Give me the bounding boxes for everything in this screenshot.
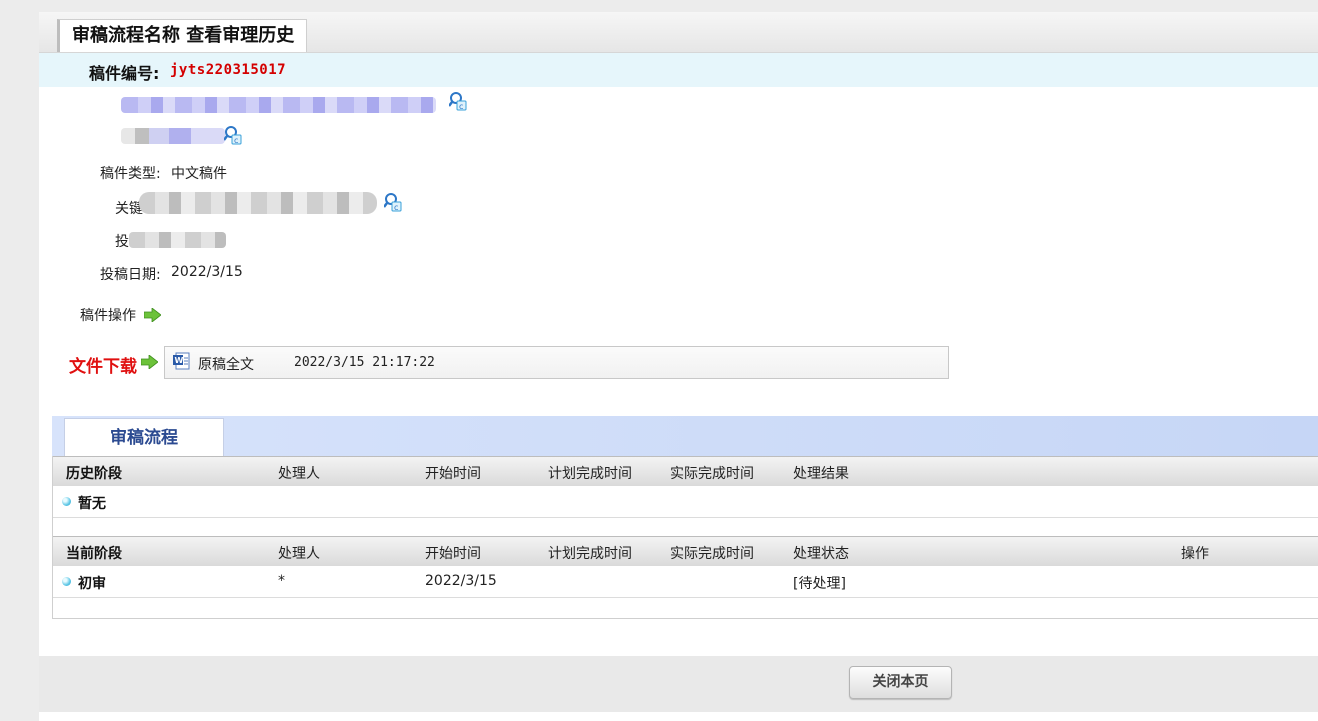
submit-date-value: 2022/3/15: [171, 264, 243, 280]
manuscript-id-row: 稿件编号: jyts220315017: [39, 53, 1318, 87]
search-icon[interactable]: c: [224, 125, 242, 145]
current-action-header: 操作: [1181, 546, 1209, 562]
current-status-value: [待处理]: [793, 576, 846, 592]
bullet-icon: [62, 497, 71, 506]
history-header-row: 历史阶段 处理人 开始时间 计划完成时间 实际完成时间 处理结果: [53, 456, 1318, 486]
right-arrow-icon: [141, 355, 158, 369]
manuscript-id-value: jyts220315017: [170, 62, 287, 78]
svg-text:W: W: [175, 356, 184, 365]
svg-text:c: c: [459, 102, 463, 111]
footer-bar: 关闭本页: [39, 656, 1318, 712]
bullet-icon: [62, 577, 71, 586]
history-actual-header: 实际完成时间: [670, 466, 754, 482]
manuscript-type-label: 稿件类型:: [100, 166, 161, 182]
page-title-tab[interactable]: 审稿流程名称 查看审理历史: [57, 19, 308, 52]
history-row: 暂无: [53, 486, 1318, 518]
current-start-value: 2022/3/15: [425, 573, 497, 589]
tab-review-flow[interactable]: 审稿流程: [64, 418, 224, 457]
history-empty-text: 暂无: [78, 496, 106, 512]
right-arrow-icon[interactable]: [144, 308, 161, 322]
current-handler-header: 处理人: [278, 546, 320, 562]
history-stage-header: 历史阶段: [66, 466, 122, 482]
file-upload-time: 2022/3/15 21:17:22: [294, 355, 435, 370]
current-planned-header: 计划完成时间: [548, 546, 632, 562]
submitter-label: 投: [115, 234, 129, 250]
search-icon[interactable]: c: [449, 91, 467, 111]
file-download-box: W 原稿全文 2022/3/15 21:17:22: [164, 346, 949, 379]
history-handler-header: 处理人: [278, 466, 320, 482]
current-actual-header: 实际完成时间: [670, 546, 754, 562]
history-start-header: 开始时间: [425, 466, 481, 482]
svg-text:c: c: [394, 203, 398, 212]
redacted-keywords: [139, 192, 377, 214]
current-stage-value: 初审: [78, 576, 106, 592]
submit-date-label: 投稿日期:: [100, 267, 161, 283]
current-status-header: 处理状态: [793, 546, 849, 562]
search-icon[interactable]: c: [384, 192, 402, 212]
manuscript-type-value: 中文稿件: [171, 166, 227, 182]
manuscript-id-label: 稿件编号:: [89, 64, 160, 83]
redacted-author: [121, 128, 225, 144]
current-header-row: 当前阶段 处理人 开始时间 计划完成时间 实际完成时间 处理状态 操作: [53, 536, 1318, 566]
current-start-header: 开始时间: [425, 546, 481, 562]
current-row: 初审 * 2022/3/15 [待处理]: [53, 566, 1318, 598]
svg-text:c: c: [234, 136, 238, 145]
page: 审稿流程名称 查看审理历史 稿件编号: jyts220315017 c c 稿件…: [39, 12, 1318, 721]
word-document-icon[interactable]: W: [173, 352, 190, 370]
manuscript-operations-label: 稿件操作: [80, 308, 136, 324]
history-result-header: 处理结果: [793, 466, 849, 482]
review-flow-band: 审稿流程: [52, 416, 1318, 457]
current-stage-header: 当前阶段: [66, 546, 122, 562]
file-download-link[interactable]: 原稿全文: [198, 354, 254, 374]
history-planned-header: 计划完成时间: [548, 466, 632, 482]
redacted-title: [121, 97, 436, 113]
redacted-submitter: [129, 232, 226, 248]
file-download-label: 文件下载: [69, 357, 137, 377]
review-flow-table: 历史阶段 处理人 开始时间 计划完成时间 实际完成时间 处理结果 暂无 当前阶段…: [52, 456, 1318, 619]
current-handler-value: *: [278, 573, 285, 589]
close-page-button[interactable]: 关闭本页: [849, 666, 952, 699]
top-header-bar: 审稿流程名称 查看审理历史: [39, 12, 1318, 53]
